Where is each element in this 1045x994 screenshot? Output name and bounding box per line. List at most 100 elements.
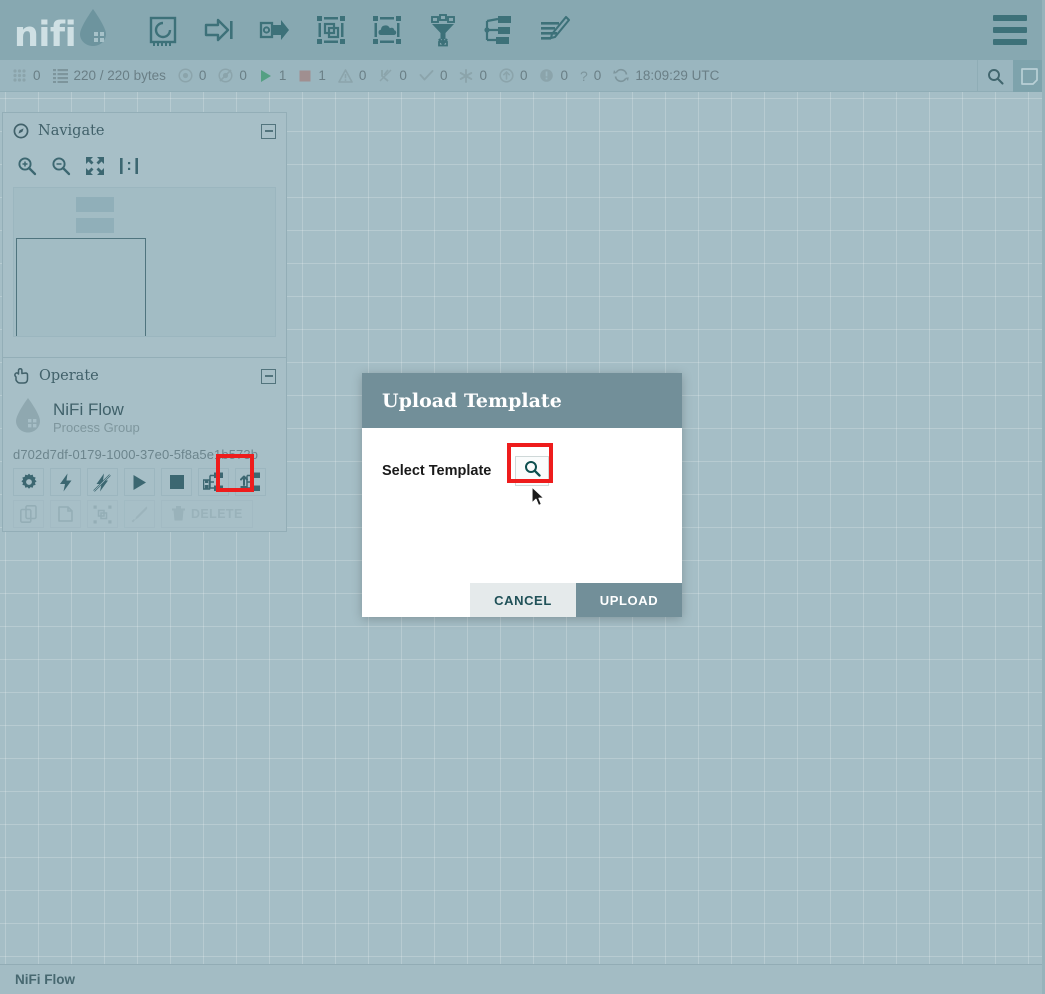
funnel-icon[interactable] (422, 9, 464, 51)
panel-toggle-icon[interactable] (1013, 60, 1045, 92)
nifi-logo: nifi (14, 7, 108, 53)
process-group-icon[interactable] (310, 9, 352, 51)
navigate-tools (3, 149, 286, 187)
active-threads-icon (12, 68, 27, 83)
status-last-refresh: 18:09:29 UTC (613, 68, 719, 83)
status-stale: 0 (499, 68, 528, 83)
configure-button[interactable] (13, 468, 44, 496)
dialog-header: Upload Template (362, 373, 682, 428)
trash-icon (171, 505, 186, 524)
zoom-in-icon[interactable] (13, 153, 41, 179)
processor-icon[interactable] (142, 9, 184, 51)
process-group-drop-icon (13, 396, 43, 439)
create-template-button[interactable] (198, 468, 229, 496)
status-sync-failure: ? 0 (580, 68, 601, 83)
status-bar-right-controls (977, 60, 1045, 92)
output-port-icon[interactable] (254, 9, 296, 51)
process-group-text: NiFi Flow Process Group (53, 399, 140, 435)
navigate-panel-header: Navigate (3, 113, 286, 149)
copy-button[interactable] (13, 500, 44, 528)
running-components-icon (259, 69, 273, 83)
collapse-icon[interactable] (261, 123, 276, 139)
search-icon (524, 460, 541, 482)
not-transmitting-ports-icon (218, 68, 233, 83)
zoom-out-icon[interactable] (47, 153, 75, 179)
input-port-icon[interactable] (198, 9, 240, 51)
top-toolbar: nifi (0, 0, 1045, 60)
breadcrumb[interactable]: NiFi Flow (15, 972, 75, 987)
stopped-components-icon (298, 69, 312, 83)
status-value: 0 (358, 68, 367, 83)
navigate-panel-title: Navigate (38, 123, 105, 139)
delete-button[interactable]: DELETE (161, 500, 253, 528)
status-transmitting: 0 (178, 68, 207, 83)
status-running: 1 (259, 68, 287, 83)
upload-button[interactable]: UPLOAD (576, 583, 682, 617)
change-color-button[interactable] (124, 500, 155, 528)
component-toolbar (142, 9, 576, 51)
navigate-panel: Navigate (2, 112, 287, 360)
nifi-application: nifi 0 220 / 220 bytes 0 0 1 1 0 0 0 0 0… (0, 0, 1045, 994)
status-value: 0 (560, 68, 568, 83)
status-value: 0 (239, 68, 247, 83)
enable-button[interactable] (50, 468, 81, 496)
select-template-label: Select Template (382, 463, 492, 479)
status-value: 18:09:29 UTC (635, 68, 720, 83)
transmitting-ports-icon (178, 68, 193, 83)
status-value: 0 (33, 68, 41, 83)
process-group-summary: NiFi Flow Process Group (13, 396, 276, 439)
template-icon[interactable] (478, 9, 520, 51)
dialog-footer: CANCEL UPLOAD (362, 583, 682, 617)
compass-icon (13, 123, 29, 139)
operate-panel: Operate NiFi Flow Process Group d702d7df… (2, 357, 287, 532)
status-not-transmitting: 0 (218, 68, 247, 83)
paste-button[interactable] (50, 500, 81, 528)
up-to-date-icon (419, 69, 434, 82)
upload-template-dialog: Upload Template Select Template CANCEL U… (362, 373, 682, 617)
browse-template-button[interactable] (515, 456, 550, 486)
remote-process-group-icon[interactable] (366, 9, 408, 51)
operate-buttons-row-1 (13, 468, 276, 496)
stale-icon (499, 68, 514, 83)
status-value: 0 (439, 68, 448, 83)
search-icon[interactable] (977, 60, 1013, 92)
status-value: 0 (519, 68, 528, 83)
minimap-node (76, 218, 114, 233)
sync-failure-icon: ? (580, 67, 588, 84)
logo-text: nifi (14, 15, 77, 55)
fit-screen-icon[interactable] (81, 153, 109, 179)
status-value: 1 (278, 68, 287, 83)
status-locally-modified-stale: 0 (539, 68, 568, 83)
cancel-button[interactable]: CANCEL (470, 583, 576, 617)
operate-panel-body: NiFi Flow Process Group d702d7df-0179-10… (3, 394, 286, 540)
start-button[interactable] (124, 468, 155, 496)
process-group-name: NiFi Flow (53, 399, 124, 419)
group-button[interactable] (87, 500, 118, 528)
water-drop-icon (78, 7, 108, 52)
disabled-components-icon (378, 68, 393, 83)
invalid-components-icon (338, 68, 353, 83)
actual-size-icon[interactable] (115, 153, 143, 179)
status-active-threads: 0 (12, 68, 41, 83)
hamburger-menu-icon[interactable] (993, 15, 1027, 45)
minimap-viewport[interactable] (16, 238, 146, 336)
minimap[interactable] (13, 187, 276, 337)
label-icon[interactable] (534, 9, 576, 51)
operate-buttons-row-2: DELETE (13, 500, 276, 528)
locally-modified-icon (459, 68, 473, 83)
status-invalid: 0 (338, 68, 367, 83)
stop-button[interactable] (161, 468, 192, 496)
collapse-icon[interactable] (261, 368, 276, 384)
status-value: 0 (198, 68, 207, 83)
locally-modified-and-stale-icon (539, 68, 554, 83)
status-stopped: 1 (298, 68, 326, 83)
upload-template-button[interactable] (235, 468, 266, 496)
hand-icon (13, 368, 30, 384)
disable-button[interactable] (87, 468, 118, 496)
breadcrumb-bar: NiFi Flow (0, 964, 1045, 994)
process-group-type: Process Group (53, 419, 140, 435)
refresh-icon[interactable] (613, 68, 630, 83)
status-up-to-date: 0 (419, 68, 448, 83)
status-value: 1 (318, 68, 326, 83)
operate-panel-header: Operate (3, 358, 286, 394)
